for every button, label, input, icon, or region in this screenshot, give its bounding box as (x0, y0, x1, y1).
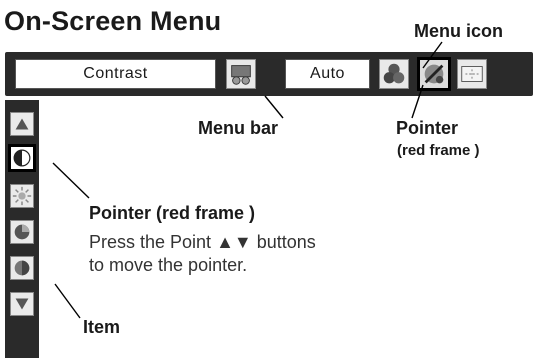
pointer-desc-line-2: to move the pointer. (89, 255, 248, 275)
menu-bar-callout: Menu bar (198, 118, 279, 138)
image-adjust-icon[interactable] (417, 57, 451, 91)
contrast-icon[interactable] (8, 144, 36, 172)
page-title: On-Screen Menu (4, 6, 222, 36)
color-icon[interactable] (10, 220, 34, 244)
pointer-left-callout: Pointer (red frame ) (89, 203, 256, 223)
menu-icon-callout: Menu icon (414, 21, 503, 41)
up-arrow-icon[interactable] (10, 112, 34, 136)
screen-icon[interactable] (457, 59, 487, 89)
item-name-field: Contrast (15, 59, 216, 89)
tint-icon[interactable] (10, 256, 34, 280)
down-arrow-icon[interactable] (10, 292, 34, 316)
pointer-top-subcallout: (red frame ) (397, 142, 480, 159)
brightness-icon[interactable] (10, 184, 34, 208)
color-balls-icon[interactable] (379, 59, 409, 89)
value-field: Auto (285, 59, 370, 89)
menu-bar: Contrast Auto (5, 52, 533, 96)
item-sidebar (5, 100, 39, 358)
item-callout: Item (83, 317, 121, 337)
pointer-desc-line-1: Press the Point ▲▼ buttons (89, 232, 316, 252)
film-reel-icon[interactable] (226, 59, 256, 89)
pointer-top-callout: Pointer (396, 118, 459, 138)
